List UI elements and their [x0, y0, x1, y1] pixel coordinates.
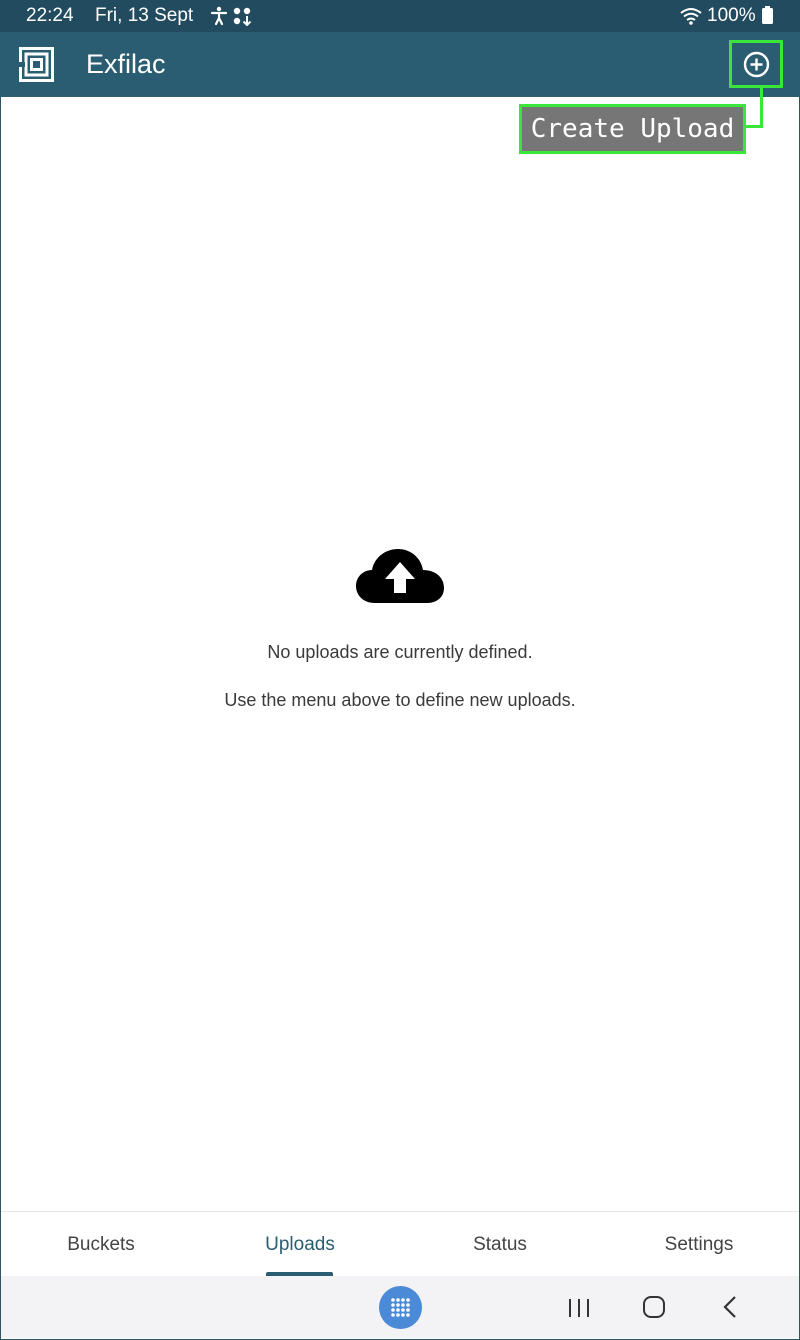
app-title: Exfilac — [86, 49, 166, 79]
create-upload-button[interactable] — [729, 40, 783, 88]
tab-uploads[interactable]: Uploads — [200, 1212, 400, 1276]
add-circle-icon — [743, 51, 770, 78]
grid-dots-icon — [391, 1298, 410, 1317]
app-bar: Exfilac — [0, 32, 800, 97]
battery-percentage: 100% — [707, 5, 756, 26]
back-icon[interactable] — [719, 1294, 741, 1320]
tab-label: Uploads — [265, 1234, 335, 1255]
app-drawer-button[interactable] — [379, 1286, 422, 1329]
home-icon[interactable] — [641, 1294, 667, 1320]
tab-label: Status — [473, 1234, 527, 1255]
empty-state-message: No uploads are currently defined. — [267, 642, 533, 662]
callout-connector — [744, 125, 763, 128]
status-time: 22:24 — [26, 5, 74, 26]
accessibility-icon — [210, 6, 228, 26]
status-bar: 22:24 Fri, 13 Sept 100% — [0, 0, 800, 32]
dots-icon — [233, 7, 252, 26]
tab-label: Settings — [664, 1234, 734, 1255]
tab-settings[interactable]: Settings — [599, 1212, 799, 1276]
tab-buckets[interactable]: Buckets — [1, 1212, 201, 1276]
create-upload-callout: Create Upload — [519, 104, 746, 154]
cloud-upload-icon — [356, 549, 444, 603]
wifi-icon — [680, 8, 702, 25]
tab-status[interactable]: Status — [400, 1212, 600, 1276]
device-frame — [0, 0, 800, 1340]
empty-state-hint: Use the menu above to define new uploads… — [224, 690, 576, 710]
system-nav-bar — [1, 1276, 799, 1338]
exfilac-logo-icon — [19, 47, 54, 82]
bottom-tab-bar: Buckets Uploads Status Settings — [1, 1211, 799, 1276]
recents-icon[interactable] — [563, 1296, 595, 1320]
battery-icon — [762, 6, 773, 24]
status-date: Fri, 13 Sept — [95, 5, 194, 26]
callout-connector — [760, 88, 763, 128]
tab-label: Buckets — [67, 1234, 135, 1255]
